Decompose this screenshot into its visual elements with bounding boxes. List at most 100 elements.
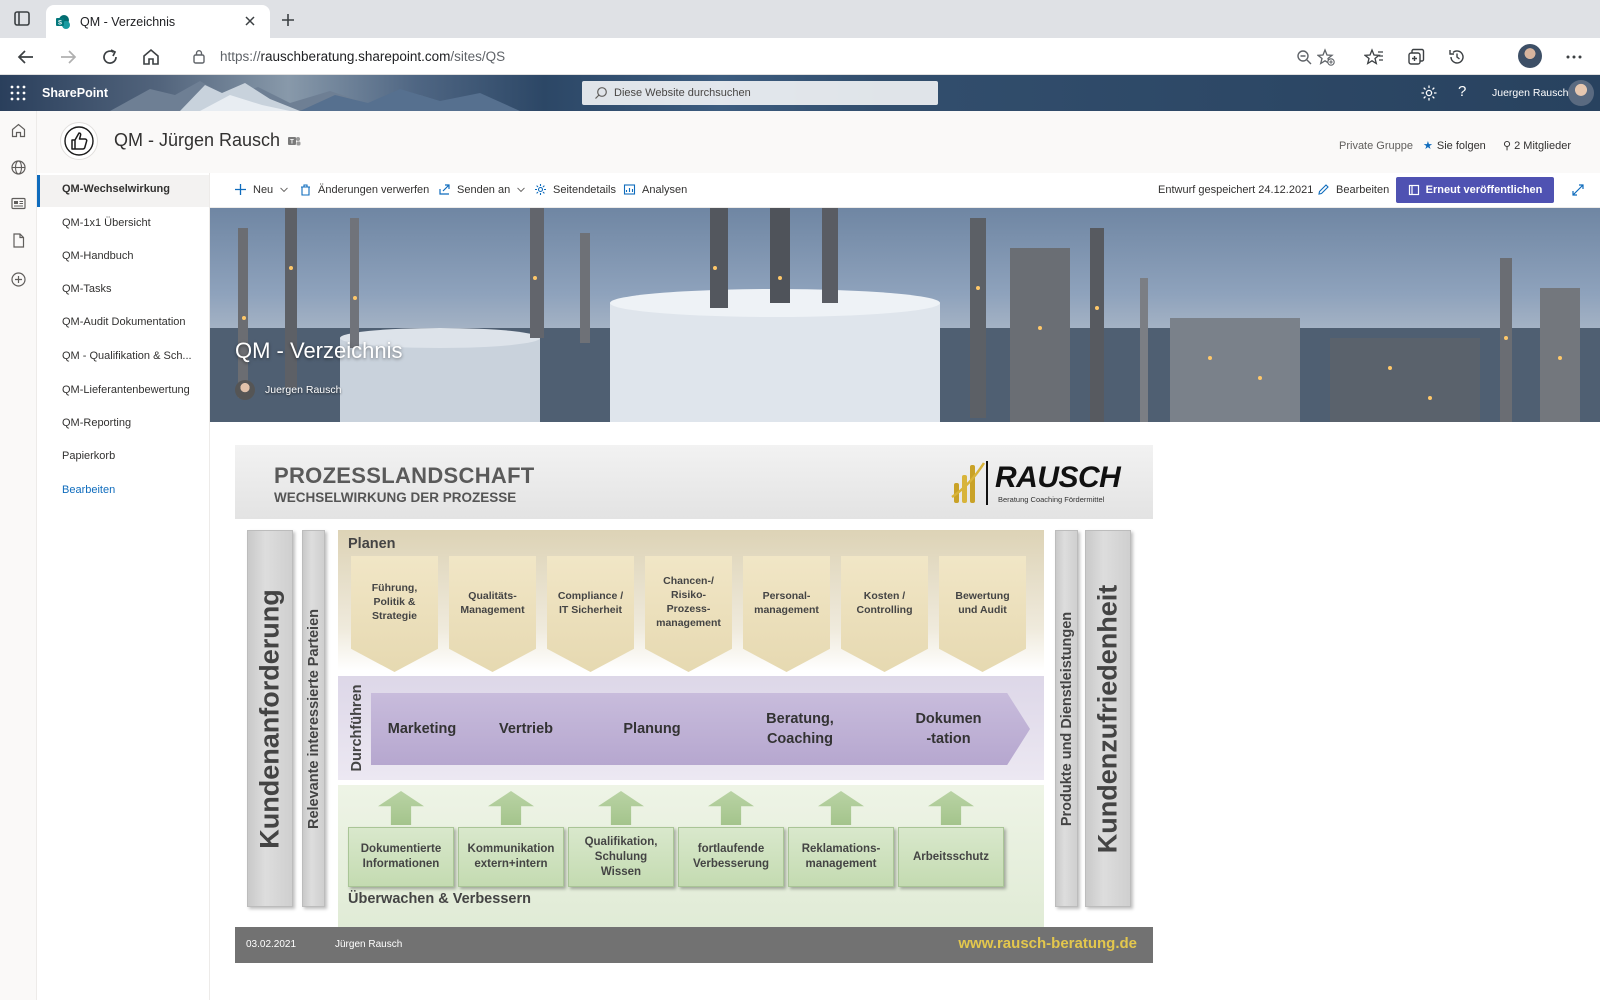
nav-item-qm-audit[interactable]: QM-Audit Dokumentation (37, 308, 209, 340)
user-avatar[interactable] (1568, 80, 1594, 106)
teams-group-icon[interactable]: T (287, 134, 301, 148)
new-button[interactable]: Neu (234, 183, 289, 196)
support-process: Reklamations- management (788, 827, 894, 887)
site-navigation: QM-Wechselwirkung QM-1x1 Übersicht QM-Ha… (37, 173, 210, 1000)
products-services-label: Produkte und Dienstleistungen (1058, 611, 1075, 826)
site-search-box[interactable] (582, 81, 938, 105)
process-step: Beratung, Coaching (709, 693, 891, 765)
nav-item-papierkorb[interactable]: Papierkorb (37, 442, 209, 474)
page-author[interactable]: Juergen Rausch (265, 384, 341, 396)
do-label: Durchführen (349, 684, 365, 772)
history-icon[interactable] (1447, 47, 1467, 67)
diagram-website: www.rausch-beratung.de (958, 935, 1137, 952)
zoom-out-icon[interactable] (1296, 49, 1312, 65)
nav-item-qm-1x1-uebersicht[interactable]: QM-1x1 Übersicht (37, 209, 209, 241)
diagram-footer: 03.02.2021 Jürgen Rausch www.rausch-bera… (235, 927, 1153, 963)
expand-icon[interactable] (1571, 183, 1585, 197)
members-button[interactable]: ⚲ 2 Mitglieder (1503, 139, 1571, 152)
logo-bars-icon (950, 457, 990, 505)
analytics-label: Analysen (642, 183, 688, 196)
interested-parties-label: Relevante interessierte Parteien (305, 608, 322, 829)
discard-changes-button[interactable]: Änderungen verwerfen (299, 183, 429, 196)
add-favorite-icon[interactable] (1317, 48, 1335, 66)
browser-tab-active[interactable]: S QM - Verzeichnis (46, 5, 270, 38)
nav-edit-link[interactable]: Bearbeiten (37, 476, 209, 508)
nav-item-qm-qualifikation[interactable]: QM - Qualifikation & Sch... (37, 342, 209, 374)
republish-button[interactable]: Erneut veröffentlichen (1396, 177, 1554, 203)
customer-satisfaction-bar: Kundenzufriedenheit (1085, 530, 1131, 907)
plan-item: Kosten / Controlling (841, 556, 928, 672)
url-path: /sites/QS (450, 49, 506, 64)
forward-arrow-icon[interactable] (58, 47, 78, 67)
page-title[interactable]: QM - Verzeichnis (235, 338, 403, 364)
create-icon[interactable] (10, 271, 27, 288)
nav-item-qm-handbuch[interactable]: QM-Handbuch (37, 242, 209, 274)
page-details-button[interactable]: Seitendetails (534, 183, 616, 196)
gear-icon (535, 184, 546, 195)
sharepoint-brand-link[interactable]: SharePoint (42, 86, 108, 100)
chevron-down-icon (280, 187, 288, 193)
more-options-icon[interactable] (1564, 47, 1584, 67)
close-tab-icon[interactable] (242, 13, 258, 29)
collections-icon[interactable] (1406, 47, 1426, 67)
details-label: Seitendetails (553, 183, 616, 196)
browser-profile-avatar[interactable] (1518, 44, 1542, 68)
favorites-icon[interactable] (1364, 47, 1384, 67)
plan-item-label: Qualitäts- Management (460, 590, 525, 616)
follow-label: Sie folgen (1436, 140, 1486, 152)
diagram-subtitle: WECHSELWIRKUNG DER PROZESSE (274, 490, 517, 505)
send-to-button[interactable]: Senden an (438, 183, 526, 196)
new-tab-icon[interactable] (280, 12, 296, 28)
home-icon[interactable] (10, 122, 27, 139)
user-name[interactable]: Juergen Rausch (1492, 87, 1568, 99)
plan-item: Qualitäts- Management (449, 556, 536, 672)
globe-sites-icon[interactable] (10, 159, 27, 176)
analytics-button[interactable]: Analysen (623, 183, 687, 196)
follow-button[interactable]: ★ Sie folgen (1423, 139, 1486, 152)
process-step: Dokumen -tation (867, 693, 1030, 765)
app-launcher-icon[interactable] (10, 85, 26, 101)
edit-page-button[interactable]: Bearbeiten (1317, 183, 1389, 196)
news-icon[interactable] (10, 195, 27, 212)
person-icon: ⚲ (1503, 140, 1515, 152)
support-process: Arbeitsschutz (898, 827, 1004, 887)
site-title[interactable]: QM - Jürgen Rausch (114, 130, 280, 151)
process-landscape-image: PROZESSLANDSCHAFT WECHSELWIRKUNG DER PRO… (235, 445, 1153, 963)
plan-item-label: Chancen-/ Risiko- Prozess- management (656, 575, 721, 629)
republish-label: Erneut veröffentlichen (1425, 184, 1543, 196)
nav-item-qm-tasks[interactable]: QM-Tasks (37, 275, 209, 307)
site-search-input[interactable] (614, 85, 914, 101)
address-bar[interactable]: https://rauschberatung.sharepoint.com/si… (178, 43, 1340, 70)
tab-actions-icon[interactable] (10, 9, 34, 29)
star-icon: ★ (1423, 140, 1433, 152)
settings-gear-icon[interactable] (1420, 84, 1438, 102)
home-icon[interactable] (141, 47, 161, 67)
nav-item-qm-reporting[interactable]: QM-Reporting (37, 409, 209, 441)
plan-item: Chancen-/ Risiko- Prozess- management (645, 556, 732, 672)
back-arrow-icon[interactable] (16, 47, 36, 67)
sharepoint-favicon-icon: S (55, 14, 71, 30)
site-logo[interactable] (60, 122, 98, 160)
discard-label: Änderungen verwerfen (318, 183, 430, 196)
diagram-header: PROZESSLANDSCHAFT WECHSELWIRKUNG DER PRO… (235, 445, 1153, 519)
customer-requirement-label: Kundenanforderung (254, 588, 285, 849)
reload-icon[interactable] (100, 47, 120, 67)
files-icon[interactable] (10, 232, 27, 249)
support-process: fortlaufende Verbesserung (678, 827, 784, 887)
search-icon (594, 86, 608, 100)
browser-tab-bar: S QM - Verzeichnis (0, 0, 1600, 38)
plan-label: Planen (348, 536, 396, 552)
nav-item-qm-lieferantenbewertung[interactable]: QM-Lieferantenbewertung (37, 376, 209, 408)
page-command-bar: Neu Änderungen verwerfen Senden an Seite… (210, 173, 1600, 208)
plan-item-label: Kosten / Controlling (856, 590, 913, 616)
new-label: Neu (253, 183, 274, 196)
lock-icon[interactable] (192, 49, 206, 64)
discard-icon (301, 184, 310, 196)
check-label: Überwachen & Verbessern (348, 891, 531, 907)
help-icon[interactable]: ? (1458, 83, 1466, 100)
share-icon (439, 184, 450, 195)
plan-item: Compliance / IT Sicherheit (547, 556, 634, 672)
nav-item-qm-wechselwirkung[interactable]: QM-Wechselwirkung (37, 175, 209, 207)
plan-item-label: Bewertung und Audit (955, 590, 1010, 616)
logo-name: RAUSCH (995, 461, 1121, 494)
